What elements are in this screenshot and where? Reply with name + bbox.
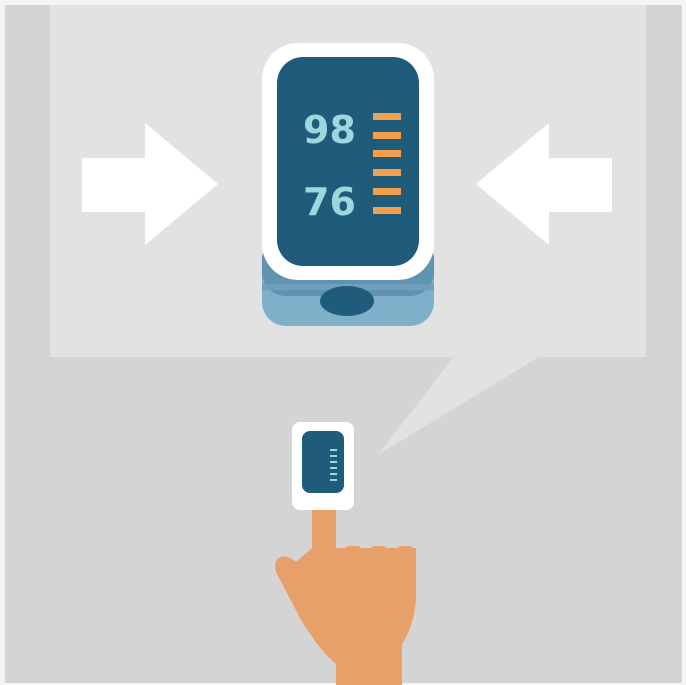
indicator-bar <box>373 169 401 176</box>
knuckle <box>344 546 362 556</box>
indicator-bar <box>373 150 401 157</box>
spo2-reading: 98 <box>303 108 356 152</box>
small-device-screen <box>302 431 344 493</box>
indicator-bar <box>373 188 401 195</box>
knuckle <box>370 546 388 556</box>
indicator-bar <box>373 207 401 214</box>
illustration-canvas: 98 76 <box>5 5 682 685</box>
pulse-oximeter-large: 98 76 <box>262 43 434 326</box>
pulse-oximeter-illustration: 98 76 <box>0 0 686 685</box>
device-screen <box>277 57 419 266</box>
device-button <box>320 286 374 316</box>
knuckle <box>396 546 414 556</box>
indicator-bar <box>373 113 401 120</box>
pulse-reading: 76 <box>303 180 356 224</box>
pulse-oximeter-small <box>292 422 354 510</box>
indicator-bar <box>373 132 401 139</box>
